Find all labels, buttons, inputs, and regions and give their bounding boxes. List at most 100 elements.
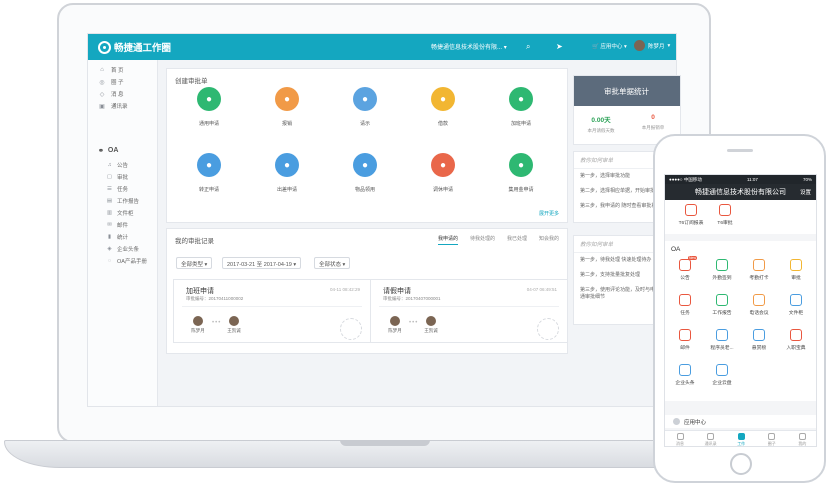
mobile-app-checkin[interactable]: 外勤签到 (704, 259, 740, 281)
sidebar-item-stats[interactable]: ▮ 统计 (106, 233, 128, 241)
approval-type-regular[interactable]: ● 转正申请 (179, 153, 239, 193)
user-menu[interactable]: 陈梦月 ▾ (634, 40, 670, 51)
sidebar-item-task[interactable]: ☰ 任务 (106, 185, 128, 193)
sidebar-item-cabinet[interactable]: ▥ 文件柜 (106, 209, 134, 217)
home-button[interactable] (730, 453, 752, 475)
app-label: 悬赏榜 (751, 346, 767, 351)
tab-processed[interactable]: 我已处理 (507, 235, 527, 245)
me-icon (798, 433, 806, 440)
mobile-tab-contacts[interactable]: 通讯录 (696, 433, 726, 446)
sidebar-item-home[interactable]: ⌂ 首 页 (98, 66, 123, 74)
task-icon (679, 294, 691, 306)
app-t6-subscribe[interactable]: T6订阅报表 (673, 204, 709, 226)
create-approval-panel: 创建审批单 ● 通用申请 ● 报销 ● 请示 ● 借款 ● 加班申请 ● 转正申请 ● 出差申请 ● 物品领用… (166, 68, 568, 223)
approval-type-fund[interactable]: ● 集用金申请 (491, 153, 551, 193)
approval-label: 请示 (359, 121, 370, 127)
mobile-app-reward[interactable]: 悬赏榜 (741, 329, 777, 351)
approval-record-card[interactable]: 加班申请 04-11 08:42:29 审批编号：20170411000002 … (173, 279, 371, 343)
approval-type-chat[interactable]: ● 通用申请 (179, 87, 239, 127)
report-icon: ▤ (106, 198, 113, 204)
phone-speaker (727, 149, 753, 152)
mobile-tab-bar: 消息 通讯录 工作 圈子 我的 (665, 430, 816, 446)
mobile-app-code[interactable]: 程序员老... (704, 329, 740, 351)
mobile-tab-circle[interactable]: 圈子 (757, 433, 787, 446)
approver: 王凯诚 (224, 316, 244, 334)
sidebar-item-mail[interactable]: ✉ 邮件 (106, 221, 128, 229)
logo-text: 畅捷通工作圈 (114, 43, 172, 54)
sidebar-item-approval[interactable]: ▢ 审批 (106, 173, 128, 181)
mobile-app-center[interactable]: 应用中心 (665, 415, 816, 428)
expand-more-link[interactable]: 展开更多 (539, 210, 559, 217)
sidebar-item-manual[interactable]: ◌ OA产品手册 (106, 257, 147, 265)
tab-my-requests[interactable]: 我申请的 (437, 235, 458, 245)
mail-icon: ✉ (107, 222, 112, 228)
app-label: 企业云盘 (712, 381, 732, 386)
book-icon (790, 329, 802, 341)
record-date: 04-07 06:49:51 (526, 287, 557, 292)
manual-icon: ◌ (107, 258, 112, 264)
record-number: 审批编号：20170407000001 (383, 296, 441, 301)
search-icon[interactable]: ⌕ (526, 42, 530, 52)
mobile-tab-work[interactable]: 工作 (726, 433, 756, 446)
app-label: 公告 (680, 276, 690, 281)
tab-cc[interactable]: 知会我的 (539, 235, 559, 245)
mobile-app-report[interactable]: 工作报告 (704, 294, 740, 316)
app-logo[interactable]: 畅捷通工作圈 (98, 40, 171, 54)
user-name: 陈梦月 (648, 43, 665, 50)
mobile-app-approve[interactable]: 审批 (778, 259, 814, 281)
send-icon[interactable]: ➤ (556, 42, 563, 51)
mobile-tab-me[interactable]: 我的 (787, 433, 816, 446)
app-center-menu[interactable]: 🛒 应用中心 ▾ (592, 42, 627, 50)
work-icon (737, 433, 745, 440)
stat-reimburse: 0 本月报销单 (628, 114, 678, 131)
contacts-icon: ▣ (99, 103, 105, 110)
mobile-app-bell[interactable]: New 公告 (667, 256, 703, 281)
app-label: 程序员老... (710, 346, 734, 351)
mobile-tab-messages[interactable]: 消息 (665, 433, 695, 446)
sidebar-item-contacts[interactable]: ▣ 通讯录 (98, 102, 127, 111)
cabinet-icon (790, 294, 802, 306)
sidebar-section-oa: ⚭ OA (98, 147, 118, 155)
app-t6-approval[interactable]: T6审批 (707, 204, 743, 226)
approval-type-loan[interactable]: ● 借款 (413, 87, 473, 127)
approval-type-overtime[interactable]: ● 加班申请 (491, 87, 551, 127)
battery: 70% (802, 177, 812, 182)
approval-type-goods[interactable]: ● 物品领用 (335, 153, 395, 193)
sidebar-item-headline[interactable]: ◈ 企业头条 (106, 245, 139, 253)
stat-label: 本月报销单 (641, 125, 665, 130)
mobile-app-book[interactable]: 入职宝典 (778, 329, 814, 351)
mobile-app-cloud[interactable]: 企业云盘 (704, 364, 740, 386)
applicant: 陈梦月 (385, 316, 405, 334)
settings-button[interactable]: 设置 (800, 188, 811, 196)
type-filter[interactable]: 全部类型 ▾ (176, 257, 213, 269)
sidebar-item-notice[interactable]: ♫ 公告 (106, 161, 128, 169)
approval-record-card[interactable]: 请假申请 04-07 06:49:51 审批编号：20170407000001 … (370, 279, 568, 343)
chevron-down-icon: ▾ (293, 262, 297, 268)
approval-type-reimburse[interactable]: ● 报销 (257, 87, 317, 127)
stat-value: 0 (651, 114, 655, 121)
sidebar-item-messages[interactable]: ◇ 消 息 (98, 90, 124, 99)
approval-type-trip[interactable]: ● 出差申请 (257, 153, 317, 193)
stat-label: 本月请假天数 (587, 128, 615, 133)
company-selector[interactable]: 畅捷通信息技术股份有限... ▾ (431, 42, 507, 51)
mobile-app-phone[interactable]: 电话会议 (741, 294, 777, 316)
status-filter[interactable]: 全部状态 ▾ (314, 257, 351, 269)
request-icon: ● (353, 87, 377, 111)
mobile-app-headline[interactable]: 企业头条 (667, 364, 703, 386)
sidebar-item-circle[interactable]: ◎ 圈 子 (98, 78, 124, 87)
approval-type-leave-swap[interactable]: ● 调休申请 (413, 153, 473, 193)
stats-banner: 审批单据统计 (574, 76, 680, 106)
approval-type-request[interactable]: ● 请示 (335, 87, 395, 127)
divider (182, 306, 362, 307)
stamp-icon (537, 318, 559, 340)
mobile-app-task[interactable]: 任务 (667, 294, 703, 316)
reward-icon (753, 329, 765, 341)
tab-pending[interactable]: 待我处理的 (470, 235, 495, 245)
sidebar-item-label: 圈 子 (111, 80, 124, 86)
mobile-app-clock[interactable]: 考勤打卡 (741, 259, 777, 281)
date-range-filter[interactable]: 2017-03-21 至 2017-04-19 ▾ (222, 257, 302, 269)
messages-icon (676, 433, 684, 440)
mobile-app-mail[interactable]: 邮件 (667, 329, 703, 351)
sidebar-item-report[interactable]: ▤ 工作报告 (106, 197, 139, 205)
mobile-app-cabinet[interactable]: 文件柜 (778, 294, 814, 316)
